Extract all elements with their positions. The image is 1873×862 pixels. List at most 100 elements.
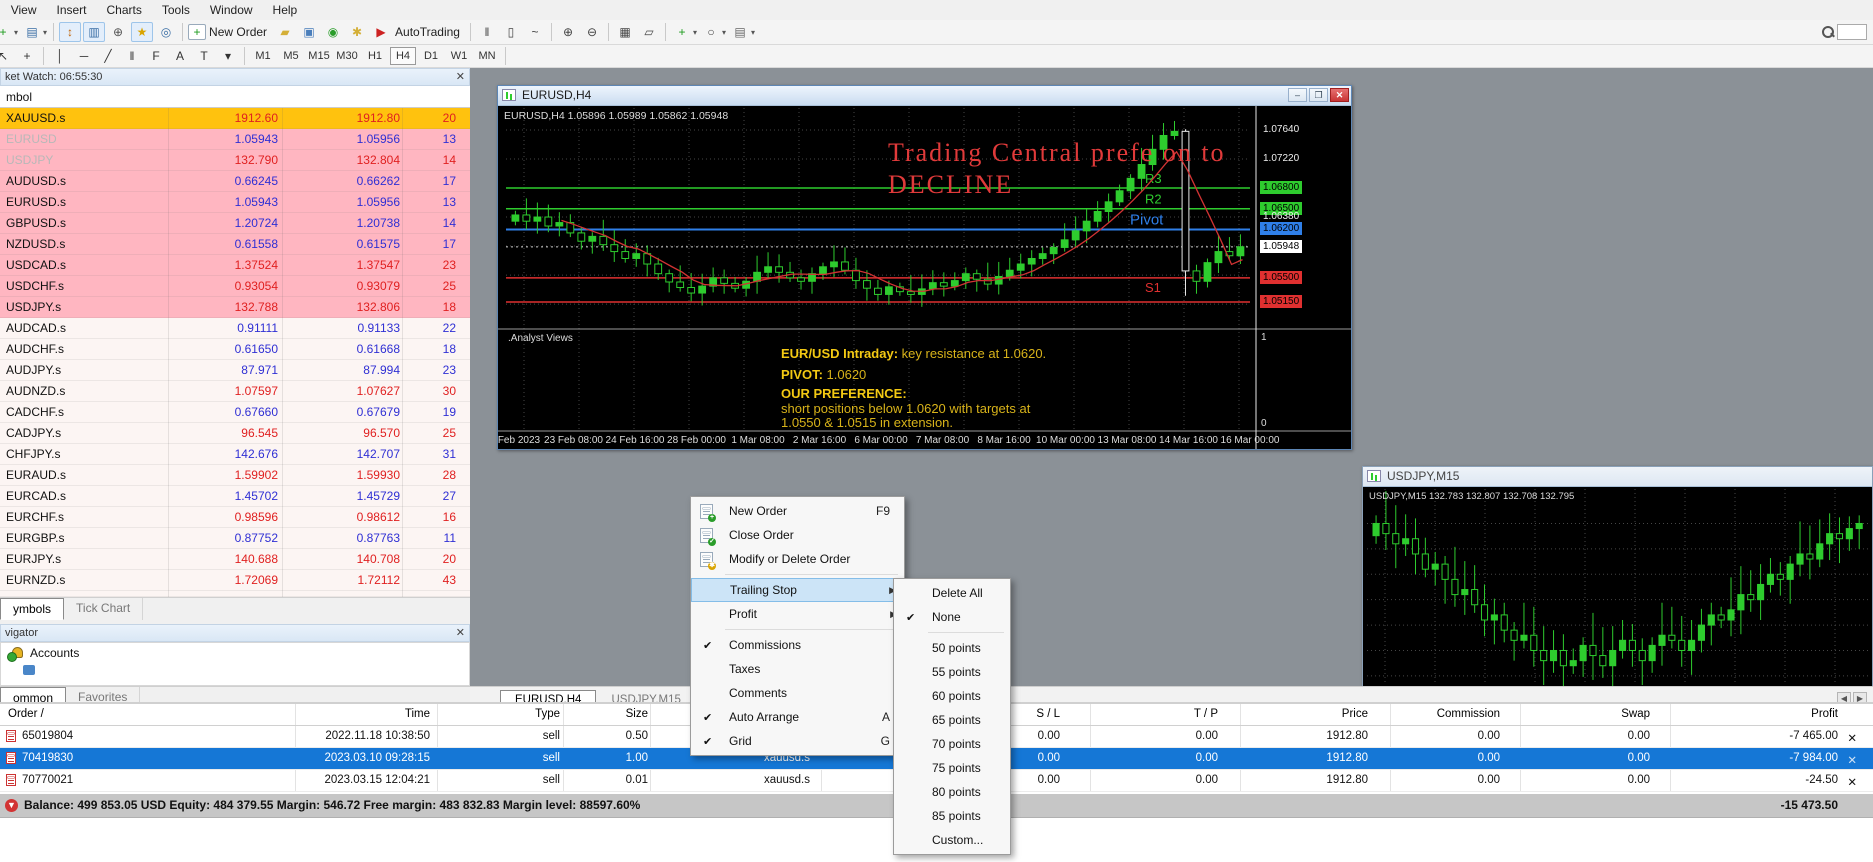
profiles-icon-dropdown[interactable]: ▾: [43, 28, 47, 37]
market-watch-row-euraud.s[interactable]: EURAUD.s1.599021.5993028: [0, 465, 470, 486]
timeframe-w1-button[interactable]: W1: [446, 47, 472, 65]
terminal-column-swap[interactable]: Swap: [1621, 708, 1650, 720]
data-window-icon[interactable]: ▥: [83, 22, 105, 42]
menu-item-modify-or-delete-order[interactable]: ✱Modify or Delete Order: [691, 547, 904, 571]
menu-item-taxes[interactable]: Taxes: [691, 657, 904, 681]
chart-area-eurusd[interactable]: EURUSD,H4 1.05896 1.05989 1.05862 1.0594…: [498, 106, 1351, 449]
profiles-icon[interactable]: ▤: [21, 22, 43, 42]
menu-item-comments[interactable]: Comments: [691, 681, 904, 705]
market-watch-row-usdjpy[interactable]: USDJPY132.790132.80414: [0, 150, 470, 171]
market-watch-tab-ymbols[interactable]: ymbols: [0, 598, 64, 620]
minimize-icon[interactable]: –: [1288, 88, 1307, 102]
zoom-out-icon[interactable]: ⊖: [581, 22, 603, 42]
trendline-icon[interactable]: ╱: [97, 46, 119, 66]
navigator-icon[interactable]: ⊕: [107, 22, 129, 42]
menu-item-60-points[interactable]: 60 points: [894, 684, 1010, 708]
menu-item-65-points[interactable]: 65 points: [894, 708, 1010, 732]
market-watch-row-eurjpy.s[interactable]: EURJPY.s140.688140.70820: [0, 549, 470, 570]
market-watch-row-eurgbp.s[interactable]: EURGBP.s0.877520.8776311: [0, 528, 470, 549]
market-watch-row-eurchf.s[interactable]: EURCHF.s0.985960.9861216: [0, 507, 470, 528]
menu-item-80-points[interactable]: 80 points: [894, 780, 1010, 804]
market-watch-row-nzdusd.s[interactable]: NZDUSD.s0.615580.6157517: [0, 234, 470, 255]
strategy-tester-icon[interactable]: ◎: [155, 22, 177, 42]
market-watch-icon[interactable]: ↕: [59, 22, 81, 42]
column-symbol[interactable]: mbol: [6, 90, 32, 104]
periods-icon-dropdown[interactable]: ▾: [722, 28, 726, 37]
timeframe-d1-button[interactable]: D1: [418, 47, 444, 65]
vertical-line-icon[interactable]: │: [49, 46, 71, 66]
menu-tools[interactable]: Tools: [152, 1, 200, 19]
metaeditor-icon[interactable]: ▣: [298, 22, 320, 42]
terminal-column-order[interactable]: Order /: [8, 708, 44, 720]
market-watch-tab-tick-chart[interactable]: Tick Chart: [64, 598, 143, 620]
market-watch-row-audcad.s[interactable]: AUDCAD.s0.911110.9113322: [0, 318, 470, 339]
terminal-column-sl[interactable]: S / L: [1036, 708, 1060, 720]
market-watch-row-eurusd[interactable]: EURUSD1.059431.0595613: [0, 129, 470, 150]
menu-view[interactable]: View: [1, 1, 47, 19]
indicators-icon-dropdown[interactable]: ▾: [693, 28, 697, 37]
market-watch-row-audjpy.s[interactable]: AUDJPY.s87.97187.99423: [0, 360, 470, 381]
cascade-windows-icon[interactable]: ▱: [638, 22, 660, 42]
horizontal-line-icon[interactable]: ─: [73, 46, 95, 66]
market-watch-row-audnzd.s[interactable]: AUDNZD.s1.075971.0762730: [0, 381, 470, 402]
timeframe-m1-button[interactable]: M1: [250, 47, 276, 65]
menu-window[interactable]: Window: [200, 1, 263, 19]
indicators-icon[interactable]: +: [671, 22, 693, 42]
fibonacci-icon[interactable]: F: [145, 46, 167, 66]
shapes-icon[interactable]: ▾: [217, 46, 239, 66]
menu-item-new-order[interactable]: +New OrderF9: [691, 499, 904, 523]
templates-icon-dropdown[interactable]: ▾: [751, 28, 755, 37]
templates-icon[interactable]: ▤: [729, 22, 751, 42]
market-watch-row-audchf.s[interactable]: AUDCHF.s0.616500.6166818: [0, 339, 470, 360]
terminal-column-tp[interactable]: T / P: [1194, 708, 1218, 720]
menu-item-close-order[interactable]: ✓Close Order: [691, 523, 904, 547]
market-watch-header[interactable]: mbol Bid Ask !: [0, 86, 470, 108]
menu-item-none[interactable]: ✔None: [894, 605, 1010, 629]
menu-item-custom-[interactable]: Custom...: [894, 828, 1010, 852]
terminal-column-time[interactable]: Time: [405, 708, 430, 720]
menu-item-55-points[interactable]: 55 points: [894, 660, 1010, 684]
zoom-in-icon[interactable]: ⊕: [557, 22, 579, 42]
market-watch-row-eurusd.s[interactable]: EURUSD.s1.059431.0595613: [0, 192, 470, 213]
menu-item-auto-arrange[interactable]: ✔Auto ArrangeA: [691, 705, 904, 729]
timeframe-mn-button[interactable]: MN: [474, 47, 500, 65]
search-input[interactable]: [1837, 24, 1867, 40]
menu-charts[interactable]: Charts: [97, 1, 152, 19]
equidistant-channel-icon[interactable]: ‖: [121, 46, 143, 66]
menu-item-commissions[interactable]: ✔Commissions: [691, 633, 904, 657]
history-center-icon[interactable]: ▰: [274, 22, 296, 42]
timeframe-h1-button[interactable]: H1: [362, 47, 388, 65]
chart-window-titlebar-inactive[interactable]: USDJPY,M15: [1363, 467, 1872, 487]
market-watch-close-icon[interactable]: ✕: [456, 70, 465, 83]
menu-item-70-points[interactable]: 70 points: [894, 732, 1010, 756]
menu-item-85-points[interactable]: 85 points: [894, 804, 1010, 828]
chart-plus-icon[interactable]: +: [0, 22, 14, 42]
market-watch-row-eurcad.s[interactable]: EURCAD.s1.457021.4572927: [0, 486, 470, 507]
close-order-icon[interactable]: ✕: [1847, 753, 1857, 767]
search-icon[interactable]: [1822, 26, 1834, 38]
market-watch-row-usdchf.s[interactable]: USDCHF.s0.930540.9307925: [0, 276, 470, 297]
navigator-item-accounts[interactable]: Accounts: [1, 643, 469, 663]
options-icon[interactable]: ✱: [346, 22, 368, 42]
timeframe-m15-button[interactable]: M15: [306, 47, 332, 65]
chart-area-usdjpy[interactable]: USDJPY,M15 132.783 132.807 132.708 132.7…: [1363, 487, 1872, 687]
signals-icon[interactable]: ◉: [322, 22, 344, 42]
menu-item-profit[interactable]: Profit▶: [691, 602, 904, 626]
timeframe-h4-button[interactable]: H4: [390, 47, 416, 65]
navigator-close-icon[interactable]: ✕: [456, 626, 465, 639]
tile-windows-icon[interactable]: ▦: [614, 22, 636, 42]
market-watch-row-cadchf.s[interactable]: CADCHF.s0.676600.6767919: [0, 402, 470, 423]
market-watch-row-audusd.s[interactable]: AUDUSD.s0.662450.6626217: [0, 171, 470, 192]
terminal-icon[interactable]: ★: [131, 22, 153, 42]
market-watch-row-xauusd.s[interactable]: XAUUSD.s1912.601912.8020: [0, 108, 470, 129]
cursor-icon[interactable]: ↖: [0, 46, 14, 66]
timeframe-m5-button[interactable]: M5: [278, 47, 304, 65]
terminal-column-price[interactable]: Price: [1342, 708, 1368, 720]
autotrading-icon[interactable]: ▶: [370, 22, 392, 42]
terminal-column-commission[interactable]: Commission: [1437, 708, 1500, 720]
menu-item-50-points[interactable]: 50 points: [894, 636, 1010, 660]
menu-item-delete-all[interactable]: Delete All: [894, 581, 1010, 605]
candlestick-chart-icon[interactable]: ▯: [500, 22, 522, 42]
timeframe-m30-button[interactable]: M30: [334, 47, 360, 65]
market-watch-row-chfjpy.s[interactable]: CHFJPY.s142.676142.70731: [0, 444, 470, 465]
